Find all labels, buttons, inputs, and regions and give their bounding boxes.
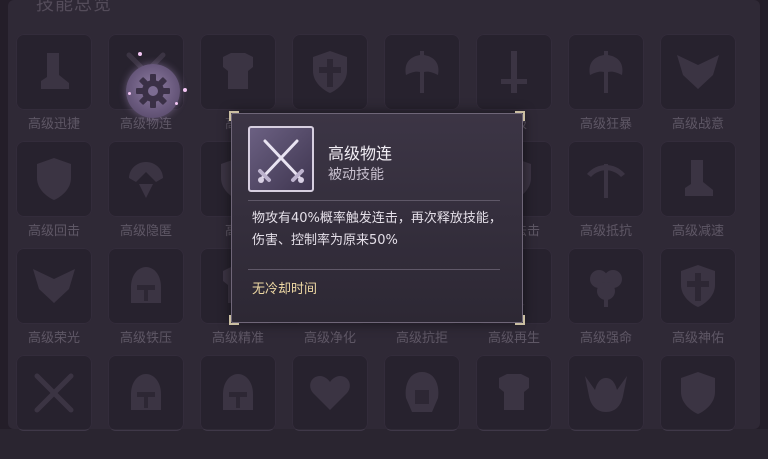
- divider: [248, 200, 500, 201]
- crossed-swords-icon: [258, 139, 304, 183]
- divider: [248, 269, 500, 270]
- skill-tooltip: 高级物连 被动技能 物攻有40%概率触发连击，再次释放技能，伤害、控制率为原来5…: [229, 111, 525, 325]
- sparkle: [183, 88, 187, 92]
- skill-name: 高级物连: [328, 144, 393, 163]
- sparkle: [128, 92, 131, 95]
- frame-corner: [515, 315, 525, 325]
- frame-corner: [229, 315, 239, 325]
- frame-corner: [515, 111, 525, 121]
- sparkle: [138, 52, 142, 56]
- settings-gear-icon[interactable]: [126, 64, 180, 118]
- skill-icon: [248, 126, 314, 192]
- cooldown-text: 无冷却时间: [252, 282, 318, 297]
- skill-type: 被动技能: [328, 167, 384, 183]
- frame-corner: [229, 111, 239, 121]
- skill-description: 物攻有40%概率触发连击，再次释放技能，伤害、控制率为原来50%: [252, 211, 502, 248]
- sparkle: [175, 102, 178, 105]
